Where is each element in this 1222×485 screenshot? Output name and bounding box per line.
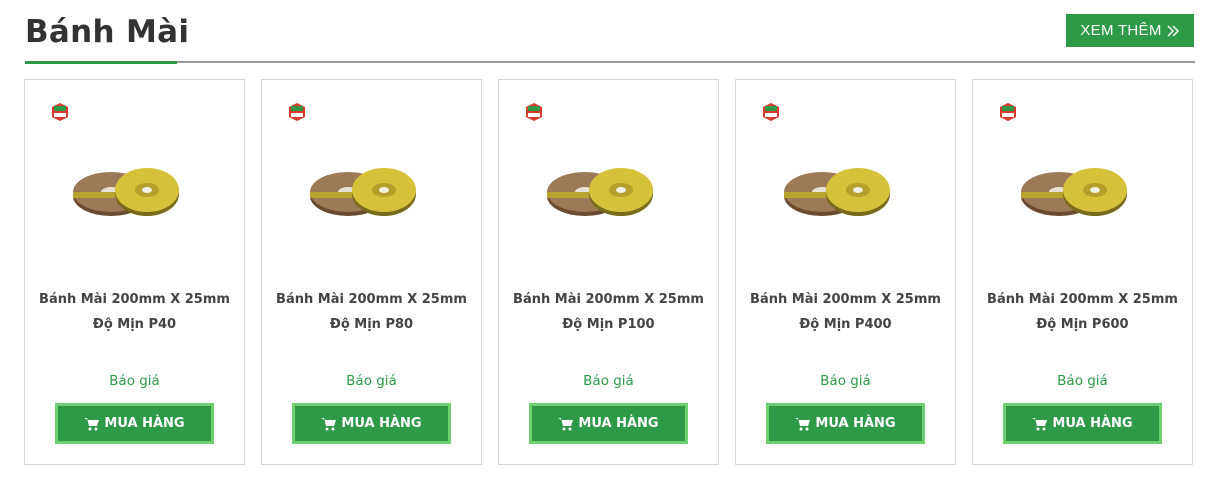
cart-icon <box>84 417 100 430</box>
product-price: Báo giá <box>583 373 634 389</box>
buy-button-label: MUA HÀNG <box>341 416 422 431</box>
buy-button[interactable]: MUA HÀNG <box>55 403 214 444</box>
product-name[interactable]: Bánh Mài 200mm X 25mm Độ Mịn P40 <box>29 287 240 337</box>
buy-button[interactable]: MUA HÀNG <box>1003 403 1162 444</box>
product-price: Báo giá <box>820 373 871 389</box>
brand-logo-icon <box>52 103 68 121</box>
buy-button-label: MUA HÀNG <box>104 416 185 431</box>
brand-logo-icon <box>1000 103 1016 121</box>
view-more-label: XEM THÊM <box>1080 22 1162 39</box>
product-name[interactable]: Bánh Mài 200mm X 25mm Độ Mịn P80 <box>266 287 477 337</box>
buy-button[interactable]: MUA HÀNG <box>292 403 451 444</box>
section-divider <box>25 61 1195 63</box>
double-chevron-right-icon <box>1167 24 1179 37</box>
section-title: Bánh Mài <box>25 14 190 50</box>
grinding-wheel-image <box>547 168 653 216</box>
buy-button-label: MUA HÀNG <box>578 416 659 431</box>
buy-button-label: MUA HÀNG <box>1052 416 1133 431</box>
product-card[interactable]: Bánh Mài 200mm X 25mm Độ Mịn P80 Báo giá… <box>261 79 482 465</box>
cart-icon <box>321 417 337 430</box>
product-price: Báo giá <box>346 373 397 389</box>
cart-icon <box>795 417 811 430</box>
brand-logo-icon <box>289 103 305 121</box>
product-grid: Bánh Mài 200mm X 25mm Độ Mịn P40 Báo giá… <box>24 79 1194 465</box>
buy-button[interactable]: MUA HÀNG <box>766 403 925 444</box>
product-card[interactable]: Bánh Mài 200mm X 25mm Độ Mịn P100 Báo gi… <box>498 79 719 465</box>
buy-button[interactable]: MUA HÀNG <box>529 403 688 444</box>
grinding-wheel-image <box>784 168 890 216</box>
product-price: Báo giá <box>109 373 160 389</box>
cart-icon <box>558 417 574 430</box>
product-price: Báo giá <box>1057 373 1108 389</box>
cart-icon <box>1032 417 1048 430</box>
grinding-wheel-image <box>310 168 416 216</box>
grinding-wheel-image <box>1021 168 1127 216</box>
brand-logo-icon <box>763 103 779 121</box>
product-card[interactable]: Bánh Mài 200mm X 25mm Độ Mịn P40 Báo giá… <box>24 79 245 465</box>
view-more-button[interactable]: XEM THÊM <box>1066 14 1194 47</box>
product-card[interactable]: Bánh Mài 200mm X 25mm Độ Mịn P600 Báo gi… <box>972 79 1193 465</box>
grinding-wheel-image <box>73 168 179 216</box>
product-name[interactable]: Bánh Mài 200mm X 25mm Độ Mịn P400 <box>740 287 951 337</box>
product-section: Bánh Mài XEM THÊM Bánh Mài 200mm X 25mm … <box>0 0 1222 485</box>
product-card[interactable]: Bánh Mài 200mm X 25mm Độ Mịn P400 Báo gi… <box>735 79 956 465</box>
buy-button-label: MUA HÀNG <box>815 416 896 431</box>
product-name[interactable]: Bánh Mài 200mm X 25mm Độ Mịn P600 <box>977 287 1188 337</box>
product-name[interactable]: Bánh Mài 200mm X 25mm Độ Mịn P100 <box>503 287 714 337</box>
brand-logo-icon <box>526 103 542 121</box>
section-divider-accent <box>25 61 177 64</box>
